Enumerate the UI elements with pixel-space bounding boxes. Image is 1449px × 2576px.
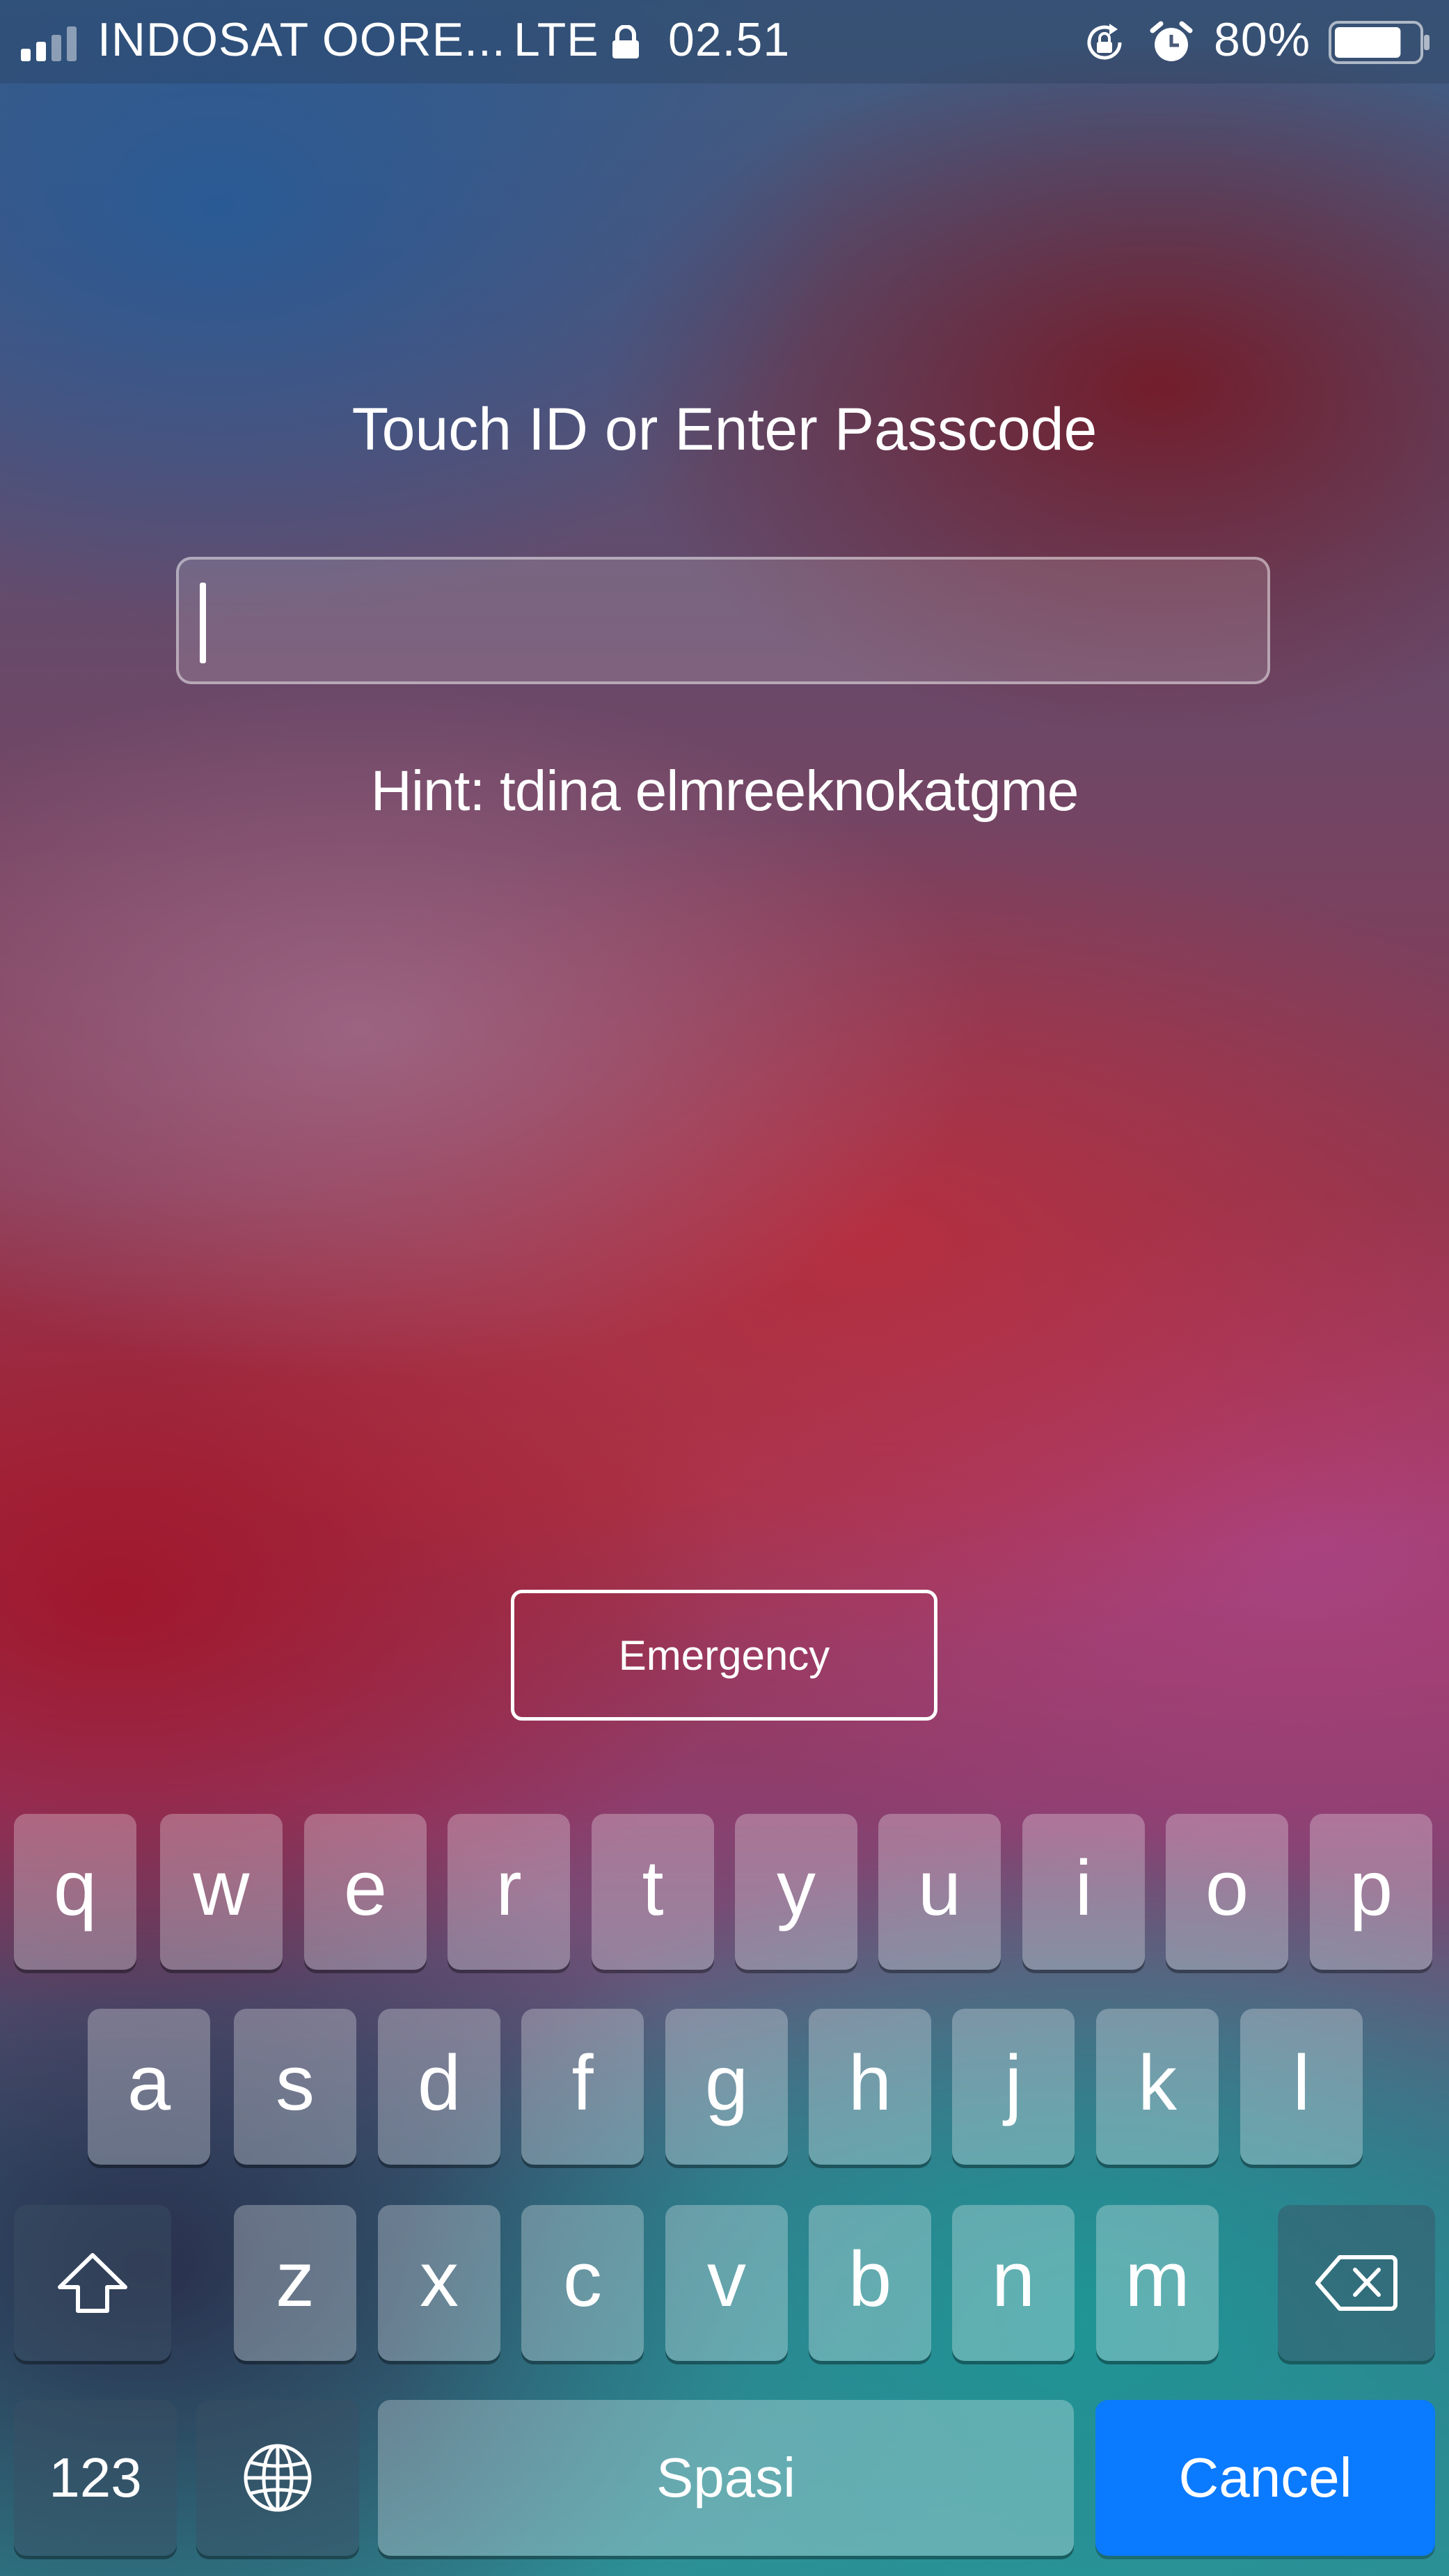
delete-icon bbox=[1315, 2255, 1397, 2311]
emergency-button[interactable]: Emergency bbox=[511, 1590, 937, 1721]
carrier-name: INDOSAT OORE... bbox=[97, 13, 506, 66]
key-q[interactable]: q bbox=[14, 1814, 136, 1970]
shift-key[interactable] bbox=[14, 2205, 171, 2361]
battery-percent: 80% bbox=[1214, 13, 1311, 66]
key-d[interactable]: d bbox=[378, 2009, 500, 2165]
key-h[interactable]: h bbox=[809, 2009, 931, 2165]
status-bar: INDOSAT OORE... LTE 02.51 80% bbox=[0, 0, 1449, 84]
lock-icon bbox=[612, 25, 639, 58]
key-y[interactable]: y bbox=[735, 1814, 857, 1970]
globe-key[interactable] bbox=[196, 2400, 359, 2556]
delete-key[interactable] bbox=[1278, 2205, 1435, 2361]
status-time: 02.51 bbox=[668, 13, 791, 66]
key-p[interactable]: p bbox=[1310, 1814, 1432, 1970]
key-m[interactable]: m bbox=[1096, 2205, 1219, 2361]
key-r[interactable]: r bbox=[448, 1814, 570, 1970]
key-k[interactable]: k bbox=[1096, 2009, 1219, 2165]
rotation-lock-icon bbox=[1087, 24, 1122, 60]
key-o[interactable]: o bbox=[1166, 1814, 1288, 1970]
key-v[interactable]: v bbox=[665, 2205, 788, 2361]
numbers-key[interactable]: 123 bbox=[14, 2400, 177, 2556]
key-w[interactable]: w bbox=[160, 1814, 283, 1970]
key-e[interactable]: e bbox=[304, 1814, 427, 1970]
space-key[interactable]: Spasi bbox=[378, 2400, 1074, 2556]
shift-icon bbox=[58, 2253, 127, 2313]
passcode-hint: Hint: tdina elmreeknokatgme bbox=[370, 759, 1079, 823]
key-a[interactable]: a bbox=[88, 2009, 210, 2165]
battery-icon bbox=[1329, 21, 1430, 64]
passcode-prompt: Touch ID or Enter Passcode bbox=[351, 396, 1098, 463]
key-n[interactable]: n bbox=[952, 2205, 1075, 2361]
key-b[interactable]: b bbox=[809, 2205, 931, 2361]
key-l[interactable]: l bbox=[1240, 2009, 1363, 2165]
key-g[interactable]: g bbox=[665, 2009, 788, 2165]
key-t[interactable]: t bbox=[592, 1814, 714, 1970]
signal-icon bbox=[21, 26, 77, 61]
key-c[interactable]: c bbox=[521, 2205, 644, 2361]
alarm-icon bbox=[1150, 21, 1193, 61]
key-u[interactable]: u bbox=[878, 1814, 1001, 1970]
key-s[interactable]: s bbox=[234, 2009, 356, 2165]
text-cursor bbox=[200, 583, 206, 663]
passcode-field[interactable] bbox=[176, 557, 1270, 684]
cancel-button[interactable]: Cancel bbox=[1095, 2400, 1435, 2556]
key-x[interactable]: x bbox=[378, 2205, 500, 2361]
network-type: LTE bbox=[514, 13, 599, 66]
globe-icon bbox=[244, 2444, 312, 2512]
key-z[interactable]: z bbox=[234, 2205, 356, 2361]
key-f[interactable]: f bbox=[521, 2009, 644, 2165]
key-j[interactable]: j bbox=[952, 2009, 1075, 2165]
key-i[interactable]: i bbox=[1022, 1814, 1145, 1970]
